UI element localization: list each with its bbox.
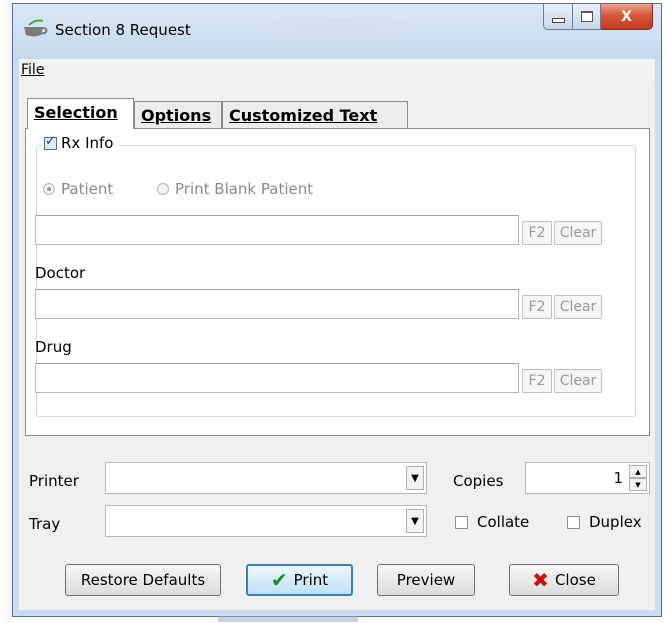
section8-request-window: Section 8 Request X File Selection Optio… <box>12 3 662 617</box>
radio-print-blank-dot <box>157 183 169 195</box>
chevron-down-icon: ▼ <box>411 515 419 527</box>
copies-label: Copies <box>453 472 504 490</box>
window-title: Section 8 Request <box>55 21 191 39</box>
doctor-f2-button[interactable]: F2 <box>522 295 552 319</box>
background-shadow <box>218 616 358 622</box>
menu-file-label: File <box>21 62 45 78</box>
collate-option[interactable]: Collate <box>455 513 529 531</box>
minimize-icon <box>551 18 565 23</box>
spin-up-icon[interactable]: ▲ <box>629 465 647 478</box>
patient-clear-button[interactable]: Clear <box>554 221 602 245</box>
tab-selection[interactable]: Selection <box>27 98 134 129</box>
tray-dropdown-arrow[interactable]: ▼ <box>406 509 424 533</box>
title-shadow <box>243 18 433 40</box>
copies-value: 1 <box>613 469 623 487</box>
close-button[interactable]: ✖ Close <box>509 564 619 596</box>
selection-panel: Rx Info Patient Print Blank Patient F2 C… <box>25 128 650 436</box>
tray-select[interactable]: ▼ <box>105 505 427 537</box>
drug-f2-button[interactable]: F2 <box>522 369 552 393</box>
title-bar[interactable]: Section 8 Request X <box>13 4 661 59</box>
collate-label: Collate <box>477 513 530 531</box>
maximize-icon <box>580 11 593 22</box>
copies-spin-buttons[interactable]: ▲ ▼ <box>629 465 647 491</box>
x-icon: ✖ <box>532 568 549 592</box>
duplex-option[interactable]: Duplex <box>567 513 642 531</box>
printer-select[interactable]: ▼ <box>105 462 427 494</box>
printer-dropdown-arrow[interactable]: ▼ <box>406 466 424 490</box>
tab-options[interactable]: Options <box>134 101 222 129</box>
copies-stepper[interactable]: 1 ▲ ▼ <box>525 462 650 494</box>
duplex-label: Duplex <box>589 513 642 531</box>
patient-input[interactable] <box>35 215 519 245</box>
maximize-button[interactable] <box>573 4 601 30</box>
doctor-input[interactable] <box>35 289 519 319</box>
restore-defaults-label: Restore Defaults <box>80 571 206 589</box>
minimize-button[interactable] <box>543 4 573 30</box>
teacup-icon <box>24 19 48 37</box>
menu-file[interactable]: File <box>21 62 44 78</box>
rx-info-checkbox[interactable] <box>44 134 57 150</box>
restore-defaults-button[interactable]: Restore Defaults <box>65 564 221 596</box>
rx-info-group: Rx Info Patient Print Blank Patient F2 C… <box>35 134 636 417</box>
check-icon: ✔ <box>270 568 288 592</box>
tray-label: Tray <box>29 515 61 533</box>
radio-print-blank-patient[interactable]: Print Blank Patient <box>157 180 313 198</box>
drug-clear-button[interactable]: Clear <box>554 369 602 393</box>
rx-info-label: Rx Info <box>61 134 114 152</box>
caption-buttons: X <box>543 4 653 32</box>
close-label: Close <box>554 571 596 589</box>
background-strip <box>0 0 12 623</box>
tab-customized-text-label: Customized Text <box>229 106 378 125</box>
spin-down-icon[interactable]: ▼ <box>629 478 647 491</box>
collate-checkbox[interactable] <box>455 515 468 529</box>
doctor-clear-button[interactable]: Clear <box>554 295 602 319</box>
patient-f2-button[interactable]: F2 <box>522 221 552 245</box>
menu-bar: File <box>19 59 655 84</box>
tab-options-label: Options <box>141 106 212 125</box>
tab-customized-text[interactable]: Customized Text <box>222 101 408 129</box>
close-icon: X <box>621 8 632 25</box>
rx-info-legend: Rx Info <box>42 134 120 152</box>
radio-patient-dot <box>43 183 55 195</box>
radio-print-blank-label: Print Blank Patient <box>175 180 314 198</box>
preview-label: Preview <box>396 571 456 589</box>
tab-selection-label: Selection <box>34 103 118 122</box>
print-button[interactable]: ✔ Print <box>246 564 353 596</box>
radio-patient-label: Patient <box>61 180 114 198</box>
dialog-client: Selection Options Customized Text Rx Inf… <box>19 83 655 610</box>
doctor-label: Doctor <box>35 264 86 282</box>
duplex-checkbox[interactable] <box>567 515 580 529</box>
chevron-down-icon: ▼ <box>411 472 419 484</box>
radio-patient[interactable]: Patient <box>43 180 113 198</box>
close-window-button[interactable]: X <box>601 4 653 30</box>
printer-label: Printer <box>29 472 79 490</box>
print-label: Print <box>293 571 329 589</box>
drug-label: Drug <box>35 338 72 356</box>
preview-button[interactable]: Preview <box>377 564 475 596</box>
drug-input[interactable] <box>35 363 519 393</box>
